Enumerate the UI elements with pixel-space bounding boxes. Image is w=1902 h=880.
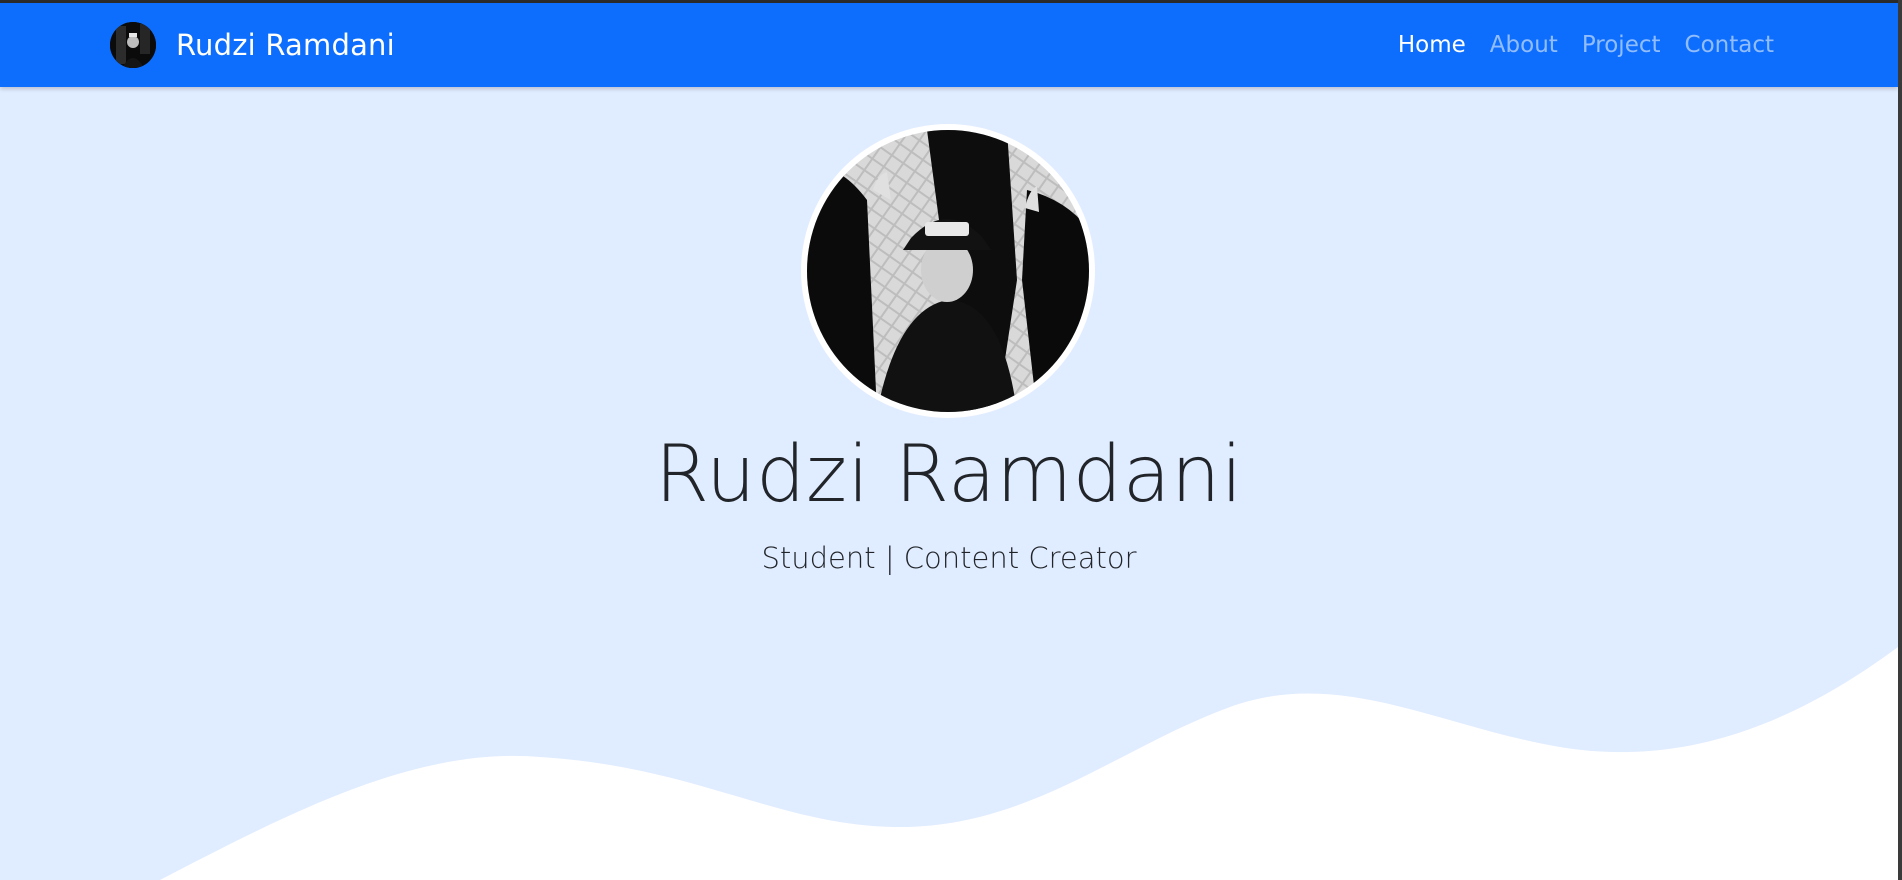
window-right-border: [1898, 0, 1902, 880]
nav-link-home[interactable]: Home: [1398, 32, 1466, 58]
profile-photo: [801, 124, 1095, 418]
hero-subtitle: Student | Content Creator: [761, 541, 1137, 575]
brand-name: Rudzi Ramdani: [176, 28, 395, 62]
nav-link-about[interactable]: About: [1490, 32, 1558, 58]
navbar: Rudzi Ramdani Home About Project Contact: [0, 3, 1898, 87]
nav-link-contact[interactable]: Contact: [1685, 32, 1774, 58]
nav-link-project[interactable]: Project: [1582, 32, 1661, 58]
profile-avatar-icon: [110, 22, 156, 68]
navbar-brand[interactable]: Rudzi Ramdani: [110, 22, 395, 68]
hero-name: Rudzi Ramdani: [654, 430, 1244, 520]
nav-links: Home About Project Contact: [1398, 3, 1774, 87]
profile-photo-image: [807, 130, 1089, 412]
hero-section: Rudzi Ramdani Student | Content Creator: [0, 87, 1898, 880]
